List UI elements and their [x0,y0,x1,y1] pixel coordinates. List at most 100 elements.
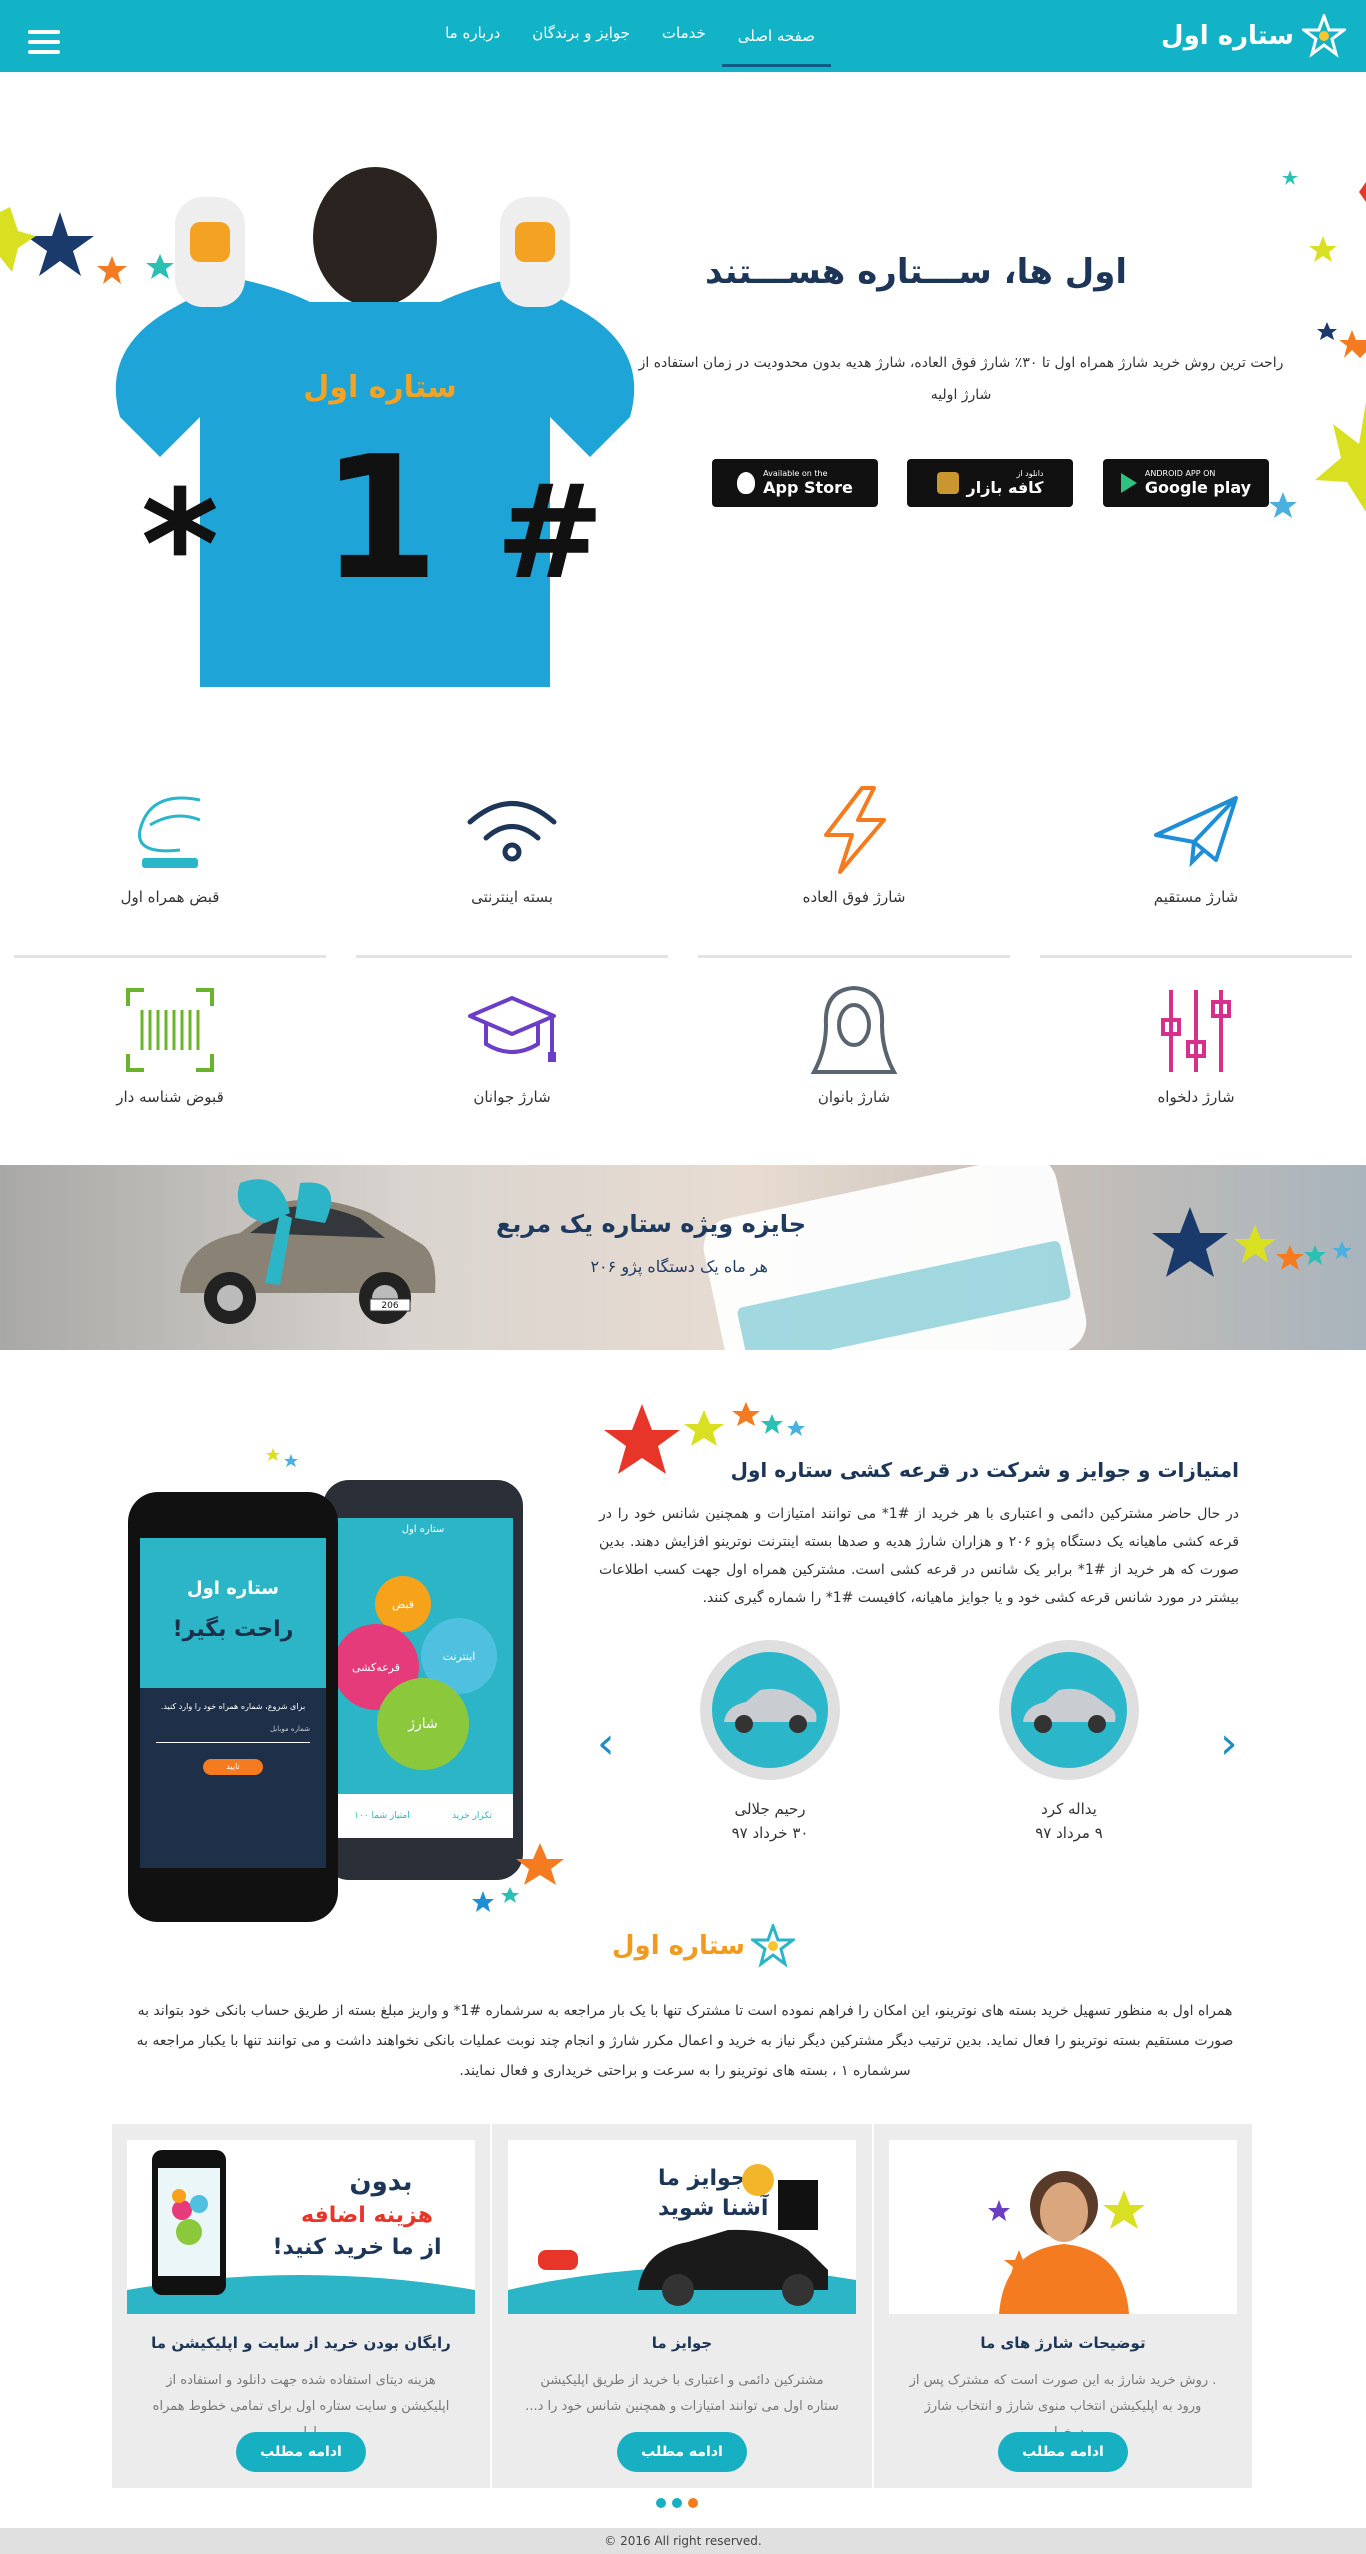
bill-bubble: قبض [375,1576,431,1632]
nav-item-services[interactable]: خدمات [646,0,722,72]
nav-item-home[interactable]: صفحه اصلی [721,5,831,67]
paper-plane-icon [1154,796,1238,868]
winner-date: ۳۰ خرداد ۹۷ [731,1824,809,1842]
prizes-image-line2: آشنا شوید [658,2193,769,2221]
mobile-field-label: شماره موبایل [269,1725,310,1733]
carousel-next-arrow-icon[interactable]: › [1220,1718,1238,1769]
google-play-button[interactable]: ANDROID APP ON Google play [1103,459,1269,507]
cafe-bazaar-label: کافه بازار [966,478,1044,497]
free-image-line1: بدون [349,2167,412,2197]
mci-logo-icon [138,796,201,868]
free-image-line3: از ما خرید کنید! [272,2235,441,2260]
awards-description: در حال حاضر مشترکین دائمی و اعتباری با ه… [599,1506,1240,1606]
star-symbol: * [141,459,219,633]
nav-item-about[interactable]: درباره ما [429,0,516,72]
app-phones-image: ستاره اول قبض اینترنت قرعه‌کشی شارژ تکرا… [128,1442,578,1932]
app-header-title: ستاره اول [401,1524,445,1535]
wifi-icon [467,801,557,862]
service-label: شارژ دلخواه [1157,1088,1235,1106]
site-logo[interactable]: ستاره اول [1161,8,1346,64]
card-text: مشترکین دائمی و اعتباری با خرید از طریق … [525,2373,839,2414]
secondary-logo-text: ستاره اول [612,1931,745,1961]
service-label: شارژ بانوان [817,1088,891,1106]
jersey-text: ستاره اول [303,370,456,405]
card-title: رایگان بودن خرید از سایت و اپلیکیشن ما [151,2334,451,2352]
banner-stars-icon [1152,1207,1352,1277]
service-youth-charge[interactable]: شارژ جوانان [356,980,668,1140]
apple-icon [737,472,756,494]
carousel-dot[interactable] [672,2498,682,2508]
play-triangle-icon [1120,473,1137,493]
service-internet-pack[interactable]: بسته اینترنتی [356,780,668,958]
nav-item-prizes[interactable]: جوایز و برندگان [516,0,646,72]
hamburger-menu-icon[interactable] [28,30,60,54]
winner-photo [700,1640,840,1780]
hero-section: ستاره اول 1 * # اول ها، ســـتاره هســـتن… [0,72,1366,712]
app-slogan: راحت بگیر! [172,1617,294,1642]
winner-date: ۹ مرداد ۹۷ [1035,1824,1103,1842]
winner-name: یداله کرد [1041,1800,1097,1818]
winner-name: رحیم جلالی [734,1800,806,1818]
service-label: شارژ جوانان [473,1088,551,1106]
repeat-purchase-label: تکرار خرید [451,1811,492,1821]
points-label: امتیاز شما ۱۰۰ [354,1811,410,1821]
service-direct-charge[interactable]: شارژ مستقیم [1040,780,1352,958]
secondary-logo: ستاره اول [612,1924,795,1968]
barcode-icon [126,988,214,1072]
cafe-bazaar-button[interactable]: دانلود از کافه بازار [907,459,1073,507]
car-with-bow-image: 206 [180,1179,436,1324]
service-label: قبض همراه اول [120,888,220,906]
card-image: با جوایز ما آشنا شوید [508,2140,856,2314]
carousel-dots [656,2498,698,2508]
read-more-button[interactable]: ادامه مطلب [236,2432,366,2472]
service-id-bills[interactable]: قبوض شناسه دار [14,980,326,1140]
awards-title: امتیازات و جوایز و شرکت در قرعه کشی ستار… [730,1458,1239,1482]
carousel-dot[interactable] [688,2498,698,2508]
star-logo-icon [1302,14,1346,58]
car-icon [724,1688,817,1733]
footer-copyright: © 2016 All right reserved. [0,2528,1366,2554]
service-women-charge[interactable]: شارژ بانوان [698,980,1010,1140]
app-store-label: App Store [763,478,853,497]
hero-description: راحت ترین روش خرید شارژ همراه اول تا ۳۰٪… [638,355,1284,403]
jersey-number: 1 [321,420,439,618]
card-divider [872,2124,874,2488]
service-custom-charge[interactable]: شارژ دلخواه [1040,980,1352,1140]
card-title: جوایز ما [651,2334,713,2352]
card-charge-info: توضیحات شارژ های ما . روش خرید شارژ به ا… [874,2124,1252,2488]
intro-text: همراه اول به منظور تسهیل خرید بسته های ن… [136,2003,1234,2079]
services-grid: شارژ مستقیم شارژ فوق العاده بسته اینترنت… [0,780,1366,1120]
winner-card: یداله کرد ۹ مرداد ۹۷ [994,1640,1144,1842]
banner-title: جایزه ویژه ستاره یک مربع [495,1210,806,1238]
prize-banner[interactable]: 206 جایزه ویژه ستاره یک مربع هر ماه یک د… [0,1165,1366,1350]
free-purchase-image: بدون هزینه اضافه از ما خرید کنید! [127,2140,475,2314]
service-mci-bill[interactable]: قبض همراه اول [14,780,326,958]
carousel-prev-arrow-icon[interactable]: ‹ [597,1718,615,1769]
card-title: توضیحات شارژ های ما [980,2334,1146,2352]
app-logo-text: ستاره اول [186,1578,280,1599]
free-image-line2: هزینه اضافه [301,2203,433,2228]
winner-card: رحیم جلالی ۳۰ خرداد ۹۷ [695,1640,845,1842]
service-label: شارژ مستقیم [1153,888,1239,906]
service-super-charge[interactable]: شارژ فوق العاده [698,780,1010,958]
goalkeeper-image: ستاره اول 1 * # [115,167,635,687]
lightning-icon [824,786,886,874]
winner-photo [999,1640,1139,1780]
car-icon [1023,1688,1116,1733]
phones-stars-bottom-icon [472,1843,564,1912]
service-label: قبوض شناسه دار [116,1088,224,1106]
hash-symbol: # [496,456,605,608]
carousel-dot[interactable] [656,2498,666,2508]
login-submit-button: تایید [203,1759,263,1775]
smiling-man-image [889,2140,1237,2314]
read-more-button[interactable]: ادامه مطلب [617,2432,747,2472]
prizes-image: با جوایز ما آشنا شوید [508,2140,856,2314]
bazaar-bag-icon [936,472,959,494]
card-image [889,2140,1237,2314]
decorative-stars-right-icon [1269,170,1366,518]
android-phone-image: ستاره اول قبض اینترنت قرعه‌کشی شارژ تکرا… [323,1480,523,1880]
read-more-button[interactable]: ادامه مطلب [998,2432,1128,2472]
app-store-button[interactable]: Available on the App Store [712,459,878,507]
top-navbar: ستاره اول صفحه اصلی خدمات جوایز و برندگا… [0,0,1366,72]
google-play-label: Google play [1144,478,1252,497]
